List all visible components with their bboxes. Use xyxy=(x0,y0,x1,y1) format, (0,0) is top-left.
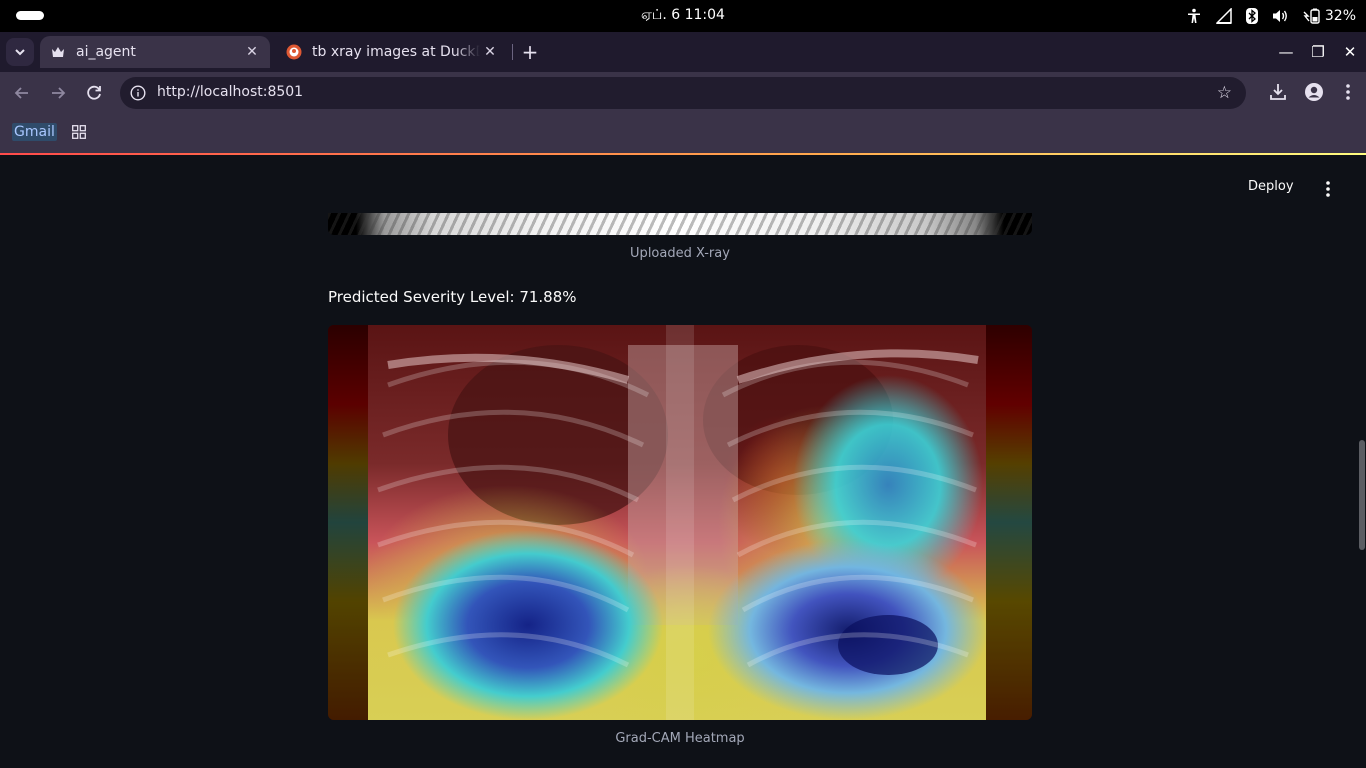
app-main: Deploy Uploaded X-ray Predicted Severity… xyxy=(0,155,1366,768)
bookmark-star-icon[interactable]: ☆ xyxy=(1217,83,1232,103)
severity-level-text: Predicted Severity Level: 71.88% xyxy=(328,288,577,306)
bookmark-gmail[interactable]: Gmail xyxy=(12,123,57,141)
back-button[interactable] xyxy=(11,82,33,104)
maximize-icon[interactable]: ❐ xyxy=(1302,36,1334,68)
tab-title: tb xray images at DuckDuckGo xyxy=(312,44,480,60)
reload-button[interactable] xyxy=(83,82,105,104)
arrow-right-icon xyxy=(52,87,66,99)
toolbar-actions xyxy=(1268,82,1356,102)
close-window-icon[interactable]: ✕ xyxy=(1334,36,1366,68)
arrow-left-icon xyxy=(14,87,28,99)
battery-charging-icon[interactable] xyxy=(1303,8,1321,24)
deploy-button[interactable]: Deploy xyxy=(1248,179,1294,194)
download-icon[interactable] xyxy=(1268,82,1288,102)
close-tab-icon[interactable]: ✕ xyxy=(242,44,262,60)
browser-menu-icon[interactable] xyxy=(1340,82,1356,102)
uploaded-xray-image xyxy=(328,213,1032,235)
system-top-bar: ஏப். 6 11:04 32% xyxy=(0,0,1366,32)
cellular-signal-icon[interactable] xyxy=(1215,8,1232,24)
page-scrollbar[interactable] xyxy=(1359,440,1365,550)
address-bar[interactable]: http://localhost:8501 ☆ xyxy=(120,77,1246,109)
tab-title: ai_agent xyxy=(76,44,136,60)
streamlit-favicon-icon xyxy=(50,44,66,60)
chevron-down-icon xyxy=(15,49,25,56)
main-menu-icon[interactable] xyxy=(1320,180,1336,202)
apps-grid-icon[interactable] xyxy=(72,124,86,143)
system-clock[interactable]: ஏப். 6 11:04 xyxy=(0,7,1366,25)
close-tab-icon[interactable]: ✕ xyxy=(480,44,500,60)
heatmap-caption: Grad-CAM Heatmap xyxy=(615,731,745,746)
tab-search-button[interactable] xyxy=(6,38,34,66)
duckduckgo-favicon-icon xyxy=(286,44,302,60)
accessibility-icon[interactable] xyxy=(1186,8,1202,24)
site-info-icon[interactable] xyxy=(130,85,146,105)
window-controls: — ❐ ✕ xyxy=(1270,36,1366,68)
reload-icon xyxy=(87,85,101,100)
system-tray[interactable]: 32% xyxy=(1186,6,1356,26)
browser-toolbar: http://localhost:8501 ☆ xyxy=(0,72,1366,112)
tab-ai-agent[interactable]: ai_agent ✕ xyxy=(40,36,270,68)
url-text: http://localhost:8501 xyxy=(157,84,304,100)
profile-avatar-icon[interactable] xyxy=(1304,82,1324,102)
browser-tab-strip: ai_agent ✕ tb xray images at DuckDuckGo … xyxy=(0,32,1366,72)
bluetooth-icon[interactable] xyxy=(1245,8,1258,24)
bookmarks-bar: Gmail xyxy=(0,112,1366,153)
uploaded-xray-caption: Uploaded X-ray xyxy=(630,246,730,261)
minimize-icon[interactable]: — xyxy=(1270,36,1302,68)
forward-button[interactable] xyxy=(47,82,69,104)
tab-separator xyxy=(512,44,513,60)
battery-percentage: 32% xyxy=(1324,8,1356,24)
volume-icon[interactable] xyxy=(1272,8,1289,24)
tab-duckduckgo[interactable]: tb xray images at DuckDuckGo ✕ xyxy=(276,36,508,68)
new-tab-button[interactable]: + xyxy=(518,40,542,64)
gradcam-heatmap-image xyxy=(328,325,1032,720)
